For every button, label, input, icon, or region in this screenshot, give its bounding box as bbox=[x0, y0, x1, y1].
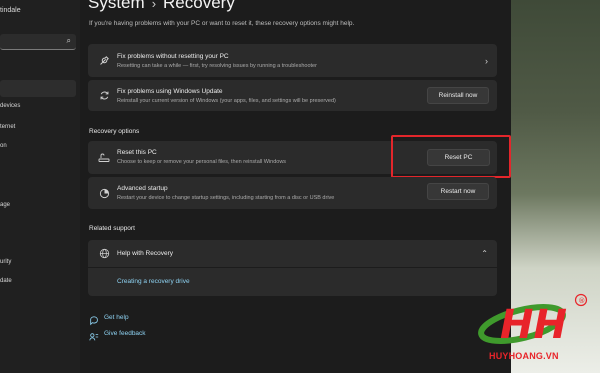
help-with-recovery-header[interactable]: Help with Recovery ⌃ bbox=[88, 240, 497, 268]
breadcrumb-separator: › bbox=[151, 0, 157, 11]
chevron-up-icon[interactable]: ⌃ bbox=[481, 240, 488, 267]
sidebar: tindale ⌕ devices ternet on age urity da… bbox=[0, 0, 80, 373]
troubleshoot-title: Fix problems without resetting your PC bbox=[117, 53, 229, 60]
sidebar-item-network[interactable]: ternet bbox=[0, 124, 15, 130]
reset-pc-icon bbox=[98, 141, 110, 174]
help-with-recovery-card: Help with Recovery ⌃ Creating a recovery… bbox=[88, 240, 497, 296]
update-title: Fix problems using Windows Update bbox=[117, 88, 223, 95]
breadcrumb-parent[interactable]: System bbox=[88, 0, 145, 12]
profile-name: tindale bbox=[0, 7, 21, 14]
breadcrumb-current: Recovery bbox=[163, 0, 235, 12]
recovery-options-heading: Recovery options bbox=[89, 128, 140, 135]
related-support-heading: Related support bbox=[89, 225, 135, 232]
globe-icon bbox=[98, 240, 110, 267]
reset-pc-desc: Choose to keep or remove your personal f… bbox=[117, 159, 287, 165]
wrench-icon bbox=[98, 44, 110, 77]
sidebar-item-devices[interactable]: devices bbox=[0, 103, 20, 109]
refresh-icon bbox=[98, 80, 110, 111]
give-feedback-link[interactable]: Give feedback bbox=[104, 330, 146, 337]
troubleshoot-card[interactable]: Fix problems without resetting your PC R… bbox=[88, 44, 497, 77]
search-icon[interactable]: ⌕ bbox=[67, 36, 71, 46]
help-with-recovery-title: Help with Recovery bbox=[117, 250, 173, 257]
intro-text: If you're having problems with your PC o… bbox=[89, 20, 355, 27]
search-input[interactable]: ⌕ bbox=[0, 34, 76, 50]
advanced-startup-icon bbox=[98, 177, 110, 209]
troubleshoot-desc: Resetting can take a while — first, try … bbox=[117, 63, 317, 69]
restart-now-button[interactable]: Restart now bbox=[427, 183, 489, 200]
sidebar-item-selected[interactable] bbox=[0, 80, 76, 97]
update-desc: Reinstall your current version of Window… bbox=[117, 98, 336, 104]
page-title: System › Recovery bbox=[88, 0, 235, 13]
reset-pc-title: Reset this PC bbox=[117, 149, 157, 156]
feedback-icon bbox=[89, 329, 99, 347]
registered-mark: ® bbox=[578, 297, 585, 305]
windows-update-card: Fix problems using Windows Update Reinst… bbox=[88, 80, 497, 111]
advanced-startup-desc: Restart your device to change startup se… bbox=[117, 195, 335, 201]
advanced-startup-title: Advanced startup bbox=[117, 185, 168, 192]
reinstall-now-button[interactable]: Reinstall now bbox=[427, 87, 489, 104]
sidebar-item-personalization[interactable]: on bbox=[0, 143, 7, 149]
svg-text:HH: HH bbox=[500, 302, 567, 348]
chevron-right-icon: › bbox=[485, 55, 488, 66]
brand-text: HUYHOANG.VN bbox=[489, 351, 559, 361]
sidebar-item-security[interactable]: urity bbox=[0, 259, 11, 265]
sidebar-item-windows-update[interactable]: date bbox=[0, 278, 12, 284]
sidebar-item-gaming[interactable]: age bbox=[0, 202, 10, 208]
advanced-startup-card: Advanced startup Restart your device to … bbox=[88, 177, 497, 209]
reset-pc-highlight-box bbox=[391, 135, 511, 178]
get-help-link[interactable]: Get help bbox=[104, 314, 129, 321]
creating-recovery-drive-link[interactable]: Creating a recovery drive bbox=[117, 278, 190, 285]
